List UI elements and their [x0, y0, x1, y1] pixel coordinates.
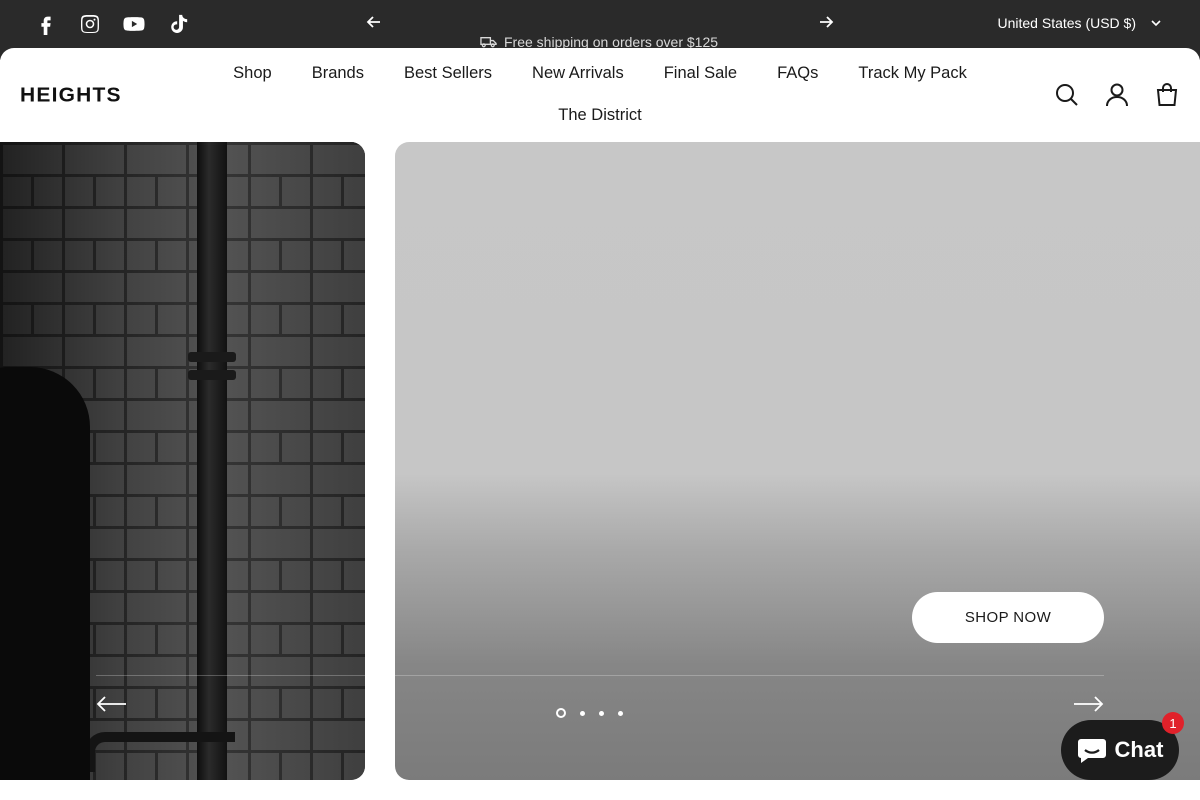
slider-prev-arrow-icon[interactable]	[96, 692, 128, 716]
person-silhouette	[0, 367, 90, 780]
slider-pagination	[556, 708, 623, 718]
facebook-icon[interactable]	[34, 12, 58, 36]
logo[interactable]: HEIGHTS	[20, 84, 156, 107]
chat-bubble-icon	[1077, 739, 1106, 763]
chat-label: Chat	[1114, 737, 1164, 762]
instagram-icon[interactable]	[78, 12, 102, 36]
slider-dot-4[interactable]	[618, 710, 623, 716]
pipe-clamp	[188, 352, 236, 362]
account-icon[interactable]	[1104, 82, 1130, 108]
chat-button[interactable]: Chat	[1061, 720, 1179, 780]
chevron-down-icon	[1151, 20, 1161, 27]
nav-item-brands[interactable]: Brands	[292, 62, 384, 84]
slider-divider	[96, 675, 1104, 676]
pipe-elbow	[85, 732, 235, 772]
site-header: HEIGHTS Shop Brands Best Sellers New Arr…	[0, 48, 1200, 142]
main-nav: Shop Brands Best Sellers New Arrivals Fi…	[210, 62, 990, 126]
slider-next-arrow-icon[interactable]	[1072, 692, 1104, 716]
hero-slide-previous	[0, 142, 365, 780]
cart-icon[interactable]	[1154, 82, 1180, 108]
shop-now-button[interactable]: SHOP NOW	[912, 592, 1104, 643]
slider-dot-3[interactable]	[599, 710, 604, 716]
chat-notification-badge: 1	[1162, 712, 1184, 734]
header-actions	[1054, 82, 1180, 108]
announcement-prev-arrow-icon[interactable]	[366, 14, 382, 30]
announcement-next-arrow-icon[interactable]	[818, 14, 834, 30]
nav-item-best-sellers[interactable]: Best Sellers	[384, 62, 512, 84]
hero-slide-current: SHOP NOW	[395, 142, 1200, 780]
social-links	[34, 12, 210, 36]
slider-dot-2[interactable]	[580, 710, 585, 716]
nav-item-track-my-pack[interactable]: Track My Pack	[838, 62, 986, 84]
pipe-clamp	[188, 370, 236, 380]
tiktok-icon[interactable]	[166, 12, 190, 36]
slider-dot-1[interactable]	[556, 708, 566, 718]
nav-item-the-district[interactable]: The District	[538, 104, 661, 126]
youtube-icon[interactable]	[122, 12, 146, 36]
drain-pipe	[197, 142, 227, 780]
currency-selector[interactable]: United States (USD $)	[998, 15, 1163, 31]
nav-item-new-arrivals[interactable]: New Arrivals	[512, 62, 644, 84]
currency-label: United States (USD $)	[997, 15, 1137, 31]
nav-item-shop[interactable]: Shop	[213, 62, 292, 84]
nav-item-faqs[interactable]: FAQs	[757, 62, 838, 84]
search-icon[interactable]	[1054, 82, 1080, 108]
nav-item-final-sale[interactable]: Final Sale	[644, 62, 757, 84]
logo-text: HEIGHTS	[20, 84, 122, 107]
